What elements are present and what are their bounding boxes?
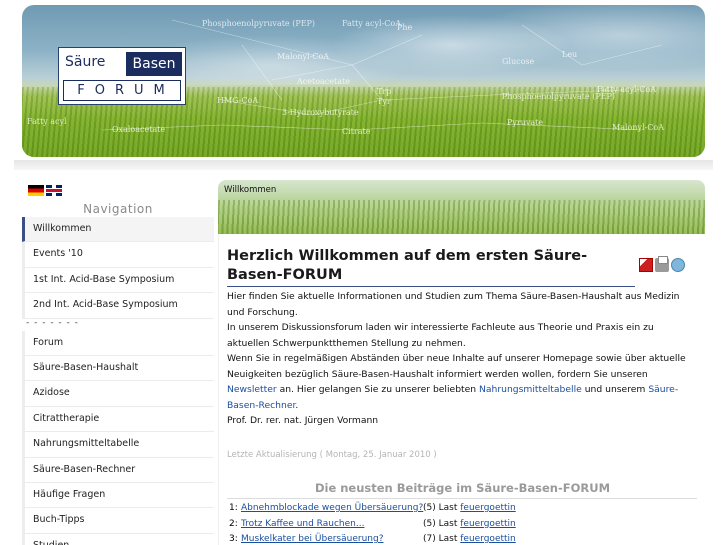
text-span: Wenn Sie in regelmäßigen Abständen über … (227, 353, 686, 380)
logo-word-saeure: Säure (65, 54, 106, 70)
post-user-link[interactable]: feuergoettin (460, 534, 516, 544)
print-icon[interactable] (655, 256, 669, 272)
logo-word-basen: Basen (126, 52, 182, 76)
chem-label: Fatty acyl (27, 117, 67, 126)
post-count: (7) Last (423, 534, 458, 544)
chem-label: Leu (562, 50, 578, 59)
nav-item-citrattherapie[interactable]: Citrattherapie (22, 406, 214, 433)
title-underline (227, 286, 635, 287)
post-user-link[interactable]: feuergoettin (460, 503, 516, 513)
chem-label: 3-Hydroxybutyrate (282, 108, 359, 117)
nav-item-saeure-basen-rechner[interactable]: Säure-Basen-Rechner (22, 457, 214, 483)
uk-flag-icon[interactable] (46, 185, 62, 196)
post-count: (5) Last (423, 503, 458, 513)
post-number: 2: (229, 518, 238, 529)
post-number: 3: (229, 534, 238, 544)
chem-label: Fatty acyl-CoA (597, 85, 657, 94)
chem-label: Malonyl-CoA (612, 123, 664, 132)
forum-heading: Die neusten Beiträge im Säure-Basen-FORU… (314, 481, 611, 495)
newsletter-link[interactable]: Newsletter (227, 384, 277, 395)
chem-label: Phe (397, 23, 413, 32)
chem-label: Acetoacetate (297, 77, 350, 86)
nav-item-2nd-symposium[interactable]: 2nd Int. Acid-Base Symposium (22, 293, 214, 319)
chem-label: HMG-CoA (217, 96, 259, 105)
article-body: Hier finden Sie aktuelle Informationen u… (227, 289, 697, 429)
post-topic-link[interactable]: Abnehmblockade wegen Übersäuerung? (241, 501, 423, 517)
post-number: 1: (229, 503, 238, 513)
nav-item-1st-symposium[interactable]: 1st Int. Acid-Base Symposium (22, 267, 214, 294)
forum-divider (227, 498, 697, 499)
nav-item-saeure-basen-haushalt[interactable]: Säure-Basen-Haushalt (22, 355, 214, 382)
nav-title: Navigation (83, 202, 153, 216)
nav-item-haeufige-fragen[interactable]: Häufige Fragen (22, 482, 214, 509)
chem-label: Pyruvate (507, 118, 544, 127)
text-span: an. Hier gelangen Sie zu unserer beliebt… (276, 384, 480, 395)
nav-item-events[interactable]: Events '10 (22, 242, 214, 268)
post-row: 2: Trotz Kaffee und Rauchen... (5) Last … (229, 517, 699, 533)
nav-item-azidose[interactable]: Azidose (22, 381, 214, 407)
chem-label: Phosphoenolpyruvate (PEP) (202, 19, 316, 28)
latest-posts: 1: Abnehmblockade wegen Übersäuerung? (5… (229, 501, 699, 545)
post-user-link[interactable]: feuergoettin (460, 519, 516, 529)
post-row: 3: Muskelkater bei Übersäuerung? (7) Las… (229, 532, 699, 545)
pdf-icon[interactable] (639, 258, 653, 272)
chem-label: Trp (377, 87, 392, 96)
sidebar: Navigation Willkommen Events '10 1st Int… (22, 178, 214, 545)
breadcrumb: Willkommen (224, 185, 277, 195)
content-header-grass (218, 200, 705, 234)
post-count: (5) Last (423, 518, 458, 529)
chem-label: Citrate (342, 127, 371, 136)
chem-label: Malonyl-CoA (277, 52, 329, 61)
nav-item-willkommen[interactable]: Willkommen (22, 217, 214, 243)
nav-item-forum[interactable]: Forum (22, 330, 214, 356)
logo-word-forum: FORUM (63, 80, 181, 101)
forum-paragraph: In unserem Diskussionsforum laden wir in… (227, 322, 654, 349)
nav-item-studien[interactable]: Studien (22, 533, 214, 545)
post-meta: (7) Last feuergoettin (423, 532, 516, 545)
nav-list: Willkommen Events '10 1st Int. Acid-Base… (22, 217, 214, 545)
nahrungsmitteltabelle-link[interactable]: Nahrungsmitteltabelle (479, 384, 582, 395)
site-logo[interactable]: Säure Basen FORUM (58, 47, 186, 105)
signature: Prof. Dr. rer. nat. Jürgen Vormann (227, 415, 379, 426)
email-icon[interactable] (671, 258, 685, 272)
post-topic-link[interactable]: Trotz Kaffee und Rauchen... (241, 517, 364, 533)
header-separator (14, 160, 713, 170)
nav-item-buch-tipps[interactable]: Buch-Tipps (22, 508, 214, 534)
chem-label: Oxaloacetate (112, 125, 166, 134)
article-tools (639, 256, 687, 277)
text-span: . (295, 399, 299, 411)
chem-label: Fatty acyl-CoA (342, 19, 402, 28)
newsletter-paragraph: Wenn Sie in regelmäßigen Abständen über … (227, 351, 697, 413)
chem-label: Tyr (377, 97, 391, 106)
header-banner: Phosphoenolpyruvate (PEP) Fatty acyl-CoA… (22, 5, 705, 157)
nav-item-nahrungsmitteltabelle[interactable]: Nahrungsmitteltabelle (22, 432, 214, 458)
nav-separator: - - - - - - - (26, 317, 79, 328)
post-meta: (5) Last feuergoettin (423, 501, 516, 517)
text-span: und unserem (581, 384, 649, 395)
last-updated: Letzte Aktualisierung ( Montag, 25. Janu… (227, 450, 437, 460)
post-topic-link[interactable]: Muskelkater bei Übersäuerung? (241, 532, 383, 545)
chem-label: Glucose (502, 57, 535, 66)
content-header-image: Willkommen (218, 180, 705, 234)
intro-paragraph: Hier finden Sie aktuelle Informationen u… (227, 291, 680, 318)
de-flag-icon[interactable] (28, 185, 44, 196)
page-title: Herzlich Willkommen auf dem ersten Säure… (227, 248, 588, 283)
post-meta: (5) Last feuergoettin (423, 517, 516, 533)
main-content: Herzlich Willkommen auf dem ersten Säure… (218, 234, 705, 545)
post-row: 1: Abnehmblockade wegen Übersäuerung? (5… (229, 501, 699, 517)
page: Phosphoenolpyruvate (PEP) Fatty acyl-CoA… (0, 0, 727, 545)
